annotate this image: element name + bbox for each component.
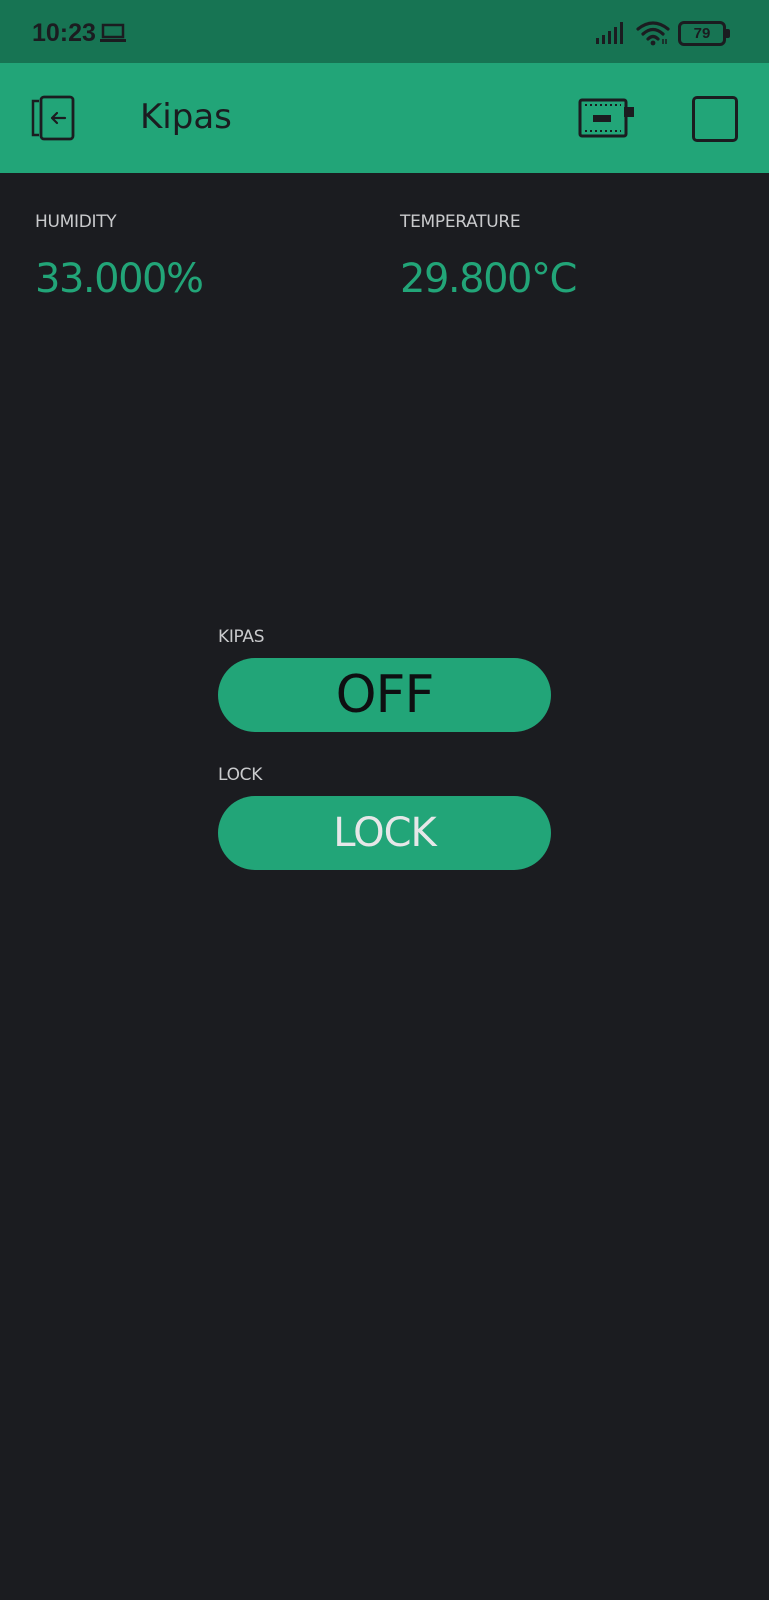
- status-time: 10:23: [32, 19, 96, 47]
- temperature-value: 29.800°C: [400, 256, 577, 302]
- battery-icon: 79: [678, 21, 730, 46]
- app-header: Kipas: [0, 63, 769, 173]
- temperature-label: TEMPERATURE: [400, 212, 521, 232]
- page-title: Kipas: [140, 97, 232, 137]
- status-bar: 10:23 79: [0, 0, 769, 63]
- signal-icon: [596, 22, 623, 44]
- device-icon[interactable]: [578, 95, 636, 141]
- lock-button[interactable]: LOCK: [218, 796, 551, 870]
- wifi-icon: [636, 21, 670, 46]
- humidity-label: HUMIDITY: [35, 212, 117, 232]
- lock-label: LOCK: [218, 765, 263, 785]
- kipas-label: KIPAS: [218, 627, 265, 647]
- battery-cap: [726, 29, 730, 38]
- exit-icon[interactable]: [30, 93, 80, 143]
- humidity-value: 33.000%: [35, 256, 204, 302]
- square-button[interactable]: [692, 96, 738, 142]
- laptop-icon: [100, 23, 126, 42]
- battery-level: 79: [693, 25, 711, 42]
- kipas-toggle-button[interactable]: OFF: [218, 658, 551, 732]
